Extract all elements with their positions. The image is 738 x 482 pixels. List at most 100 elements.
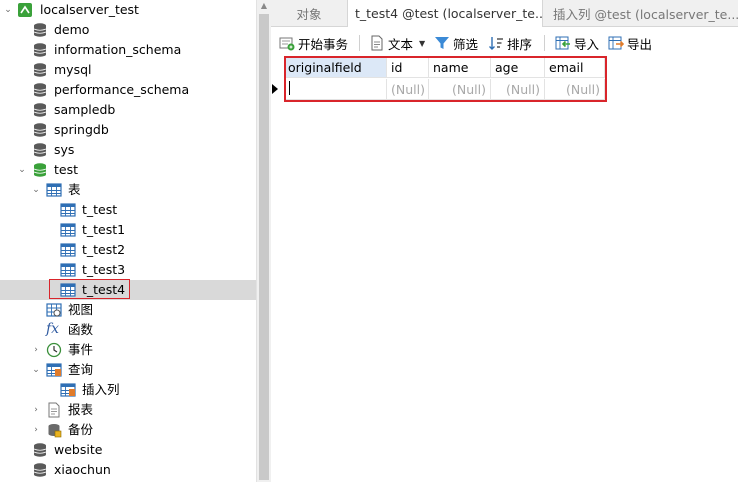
- function-icon: fx: [46, 321, 60, 337]
- tree-database[interactable]: sys: [0, 140, 256, 160]
- tree-group-events[interactable]: › 事件: [0, 340, 256, 360]
- database-icon: [33, 103, 47, 117]
- database-label: sys: [54, 142, 75, 157]
- database-icon: [33, 443, 47, 457]
- current-row-indicator-icon: [272, 84, 278, 94]
- button-label: 文本: [388, 36, 414, 52]
- toolbar: 开始事务 文本 ▼ 筛选 排序 导入 导出: [271, 27, 738, 59]
- database-icon: [33, 123, 47, 137]
- table-label: t_test: [82, 202, 118, 217]
- transaction-icon: [279, 37, 295, 51]
- import-icon: [555, 36, 570, 50]
- connection-icon: [18, 3, 32, 17]
- tree-group-reports[interactable]: › 报表: [0, 400, 256, 420]
- begin-transaction-button[interactable]: 开始事务: [279, 33, 348, 53]
- tree-database[interactable]: information_schema: [0, 40, 256, 60]
- database-icon: [33, 463, 47, 477]
- tree-database-test[interactable]: ⌄ test: [0, 160, 256, 180]
- database-icon: [33, 143, 47, 157]
- caret-down-icon: ▼: [419, 38, 426, 48]
- database-label: performance_schema: [54, 82, 190, 97]
- database-icon: [33, 63, 47, 77]
- group-label: 事件: [68, 342, 94, 357]
- tree-connection[interactable]: ⌄ localserver_test: [0, 0, 256, 20]
- tree-group-backup[interactable]: › 备份: [0, 420, 256, 440]
- tab-label: 对象: [296, 6, 322, 22]
- table-group-icon: [46, 183, 62, 197]
- scrollbar-thumb[interactable]: [259, 14, 269, 480]
- tree-table[interactable]: t_test: [0, 200, 256, 220]
- text-cursor: [289, 81, 290, 95]
- tree-group-functions[interactable]: fx 函数: [0, 320, 256, 340]
- highlight-box: [284, 56, 607, 102]
- tree-database[interactable]: sampledb: [0, 100, 256, 120]
- toolbar-divider: [544, 35, 545, 51]
- tab-table-t-test4[interactable]: t_test4 @test (localserver_te...: [347, 0, 543, 27]
- tree-database[interactable]: performance_schema: [0, 80, 256, 100]
- table-icon: [60, 203, 76, 217]
- export-button[interactable]: 导出: [608, 33, 652, 53]
- tree-group-queries[interactable]: ⌄ 查询: [0, 360, 256, 380]
- group-label: 表: [68, 182, 81, 197]
- import-button[interactable]: 导入: [555, 33, 599, 53]
- database-label: springdb: [54, 122, 109, 137]
- chevron-right-icon[interactable]: ›: [30, 340, 42, 360]
- query-icon: [46, 363, 62, 377]
- table-label: t_test1: [82, 222, 126, 237]
- tree-table[interactable]: t_test1: [0, 220, 256, 240]
- database-label: xiaochun: [54, 462, 111, 477]
- database-label: demo: [54, 22, 90, 37]
- connection-label: localserver_test: [40, 2, 139, 17]
- tree-table[interactable]: t_test3: [0, 260, 256, 280]
- navigation-sidebar: ⌄ localserver_test demo information_sche…: [0, 0, 256, 482]
- table-icon: [60, 223, 76, 237]
- tree-database[interactable]: springdb: [0, 120, 256, 140]
- sidebar-scrollbar[interactable]: ▲: [256, 0, 271, 482]
- tree-group-tables[interactable]: ⌄ 表: [0, 180, 256, 200]
- filter-icon: [435, 37, 449, 49]
- report-icon: [48, 402, 60, 418]
- tab-label: t_test4 @test (localserver_te...: [355, 6, 543, 21]
- export-icon: [608, 36, 624, 50]
- database-icon: [33, 43, 47, 57]
- database-icon: [33, 23, 47, 37]
- group-label: 函数: [68, 322, 94, 337]
- group-label: 报表: [68, 402, 94, 417]
- tree-database[interactable]: demo: [0, 20, 256, 40]
- group-label: 查询: [68, 362, 94, 377]
- group-label: 备份: [68, 422, 94, 437]
- highlight-box: [49, 279, 130, 299]
- backup-icon: [48, 424, 62, 438]
- tab-query-insert[interactable]: 插入列 @test (localserver_te...: [547, 0, 738, 26]
- chevron-down-icon[interactable]: ⌄: [16, 160, 28, 180]
- sort-button[interactable]: 排序: [488, 33, 532, 53]
- document-icon: [371, 35, 383, 51]
- table-icon: [60, 243, 76, 257]
- database-label: sampledb: [54, 102, 116, 117]
- table-label: t_test3: [82, 262, 126, 277]
- tree-group-views[interactable]: 视图: [0, 300, 256, 320]
- chevron-down-icon[interactable]: ⌄: [30, 180, 42, 200]
- database-open-icon: [33, 163, 47, 177]
- chevron-down-icon[interactable]: ⌄: [2, 0, 14, 20]
- tree-table[interactable]: t_test2: [0, 240, 256, 260]
- chevron-right-icon[interactable]: ›: [30, 420, 42, 440]
- query-label: 插入列: [82, 382, 120, 397]
- tree-database[interactable]: mysql: [0, 60, 256, 80]
- view-icon: [46, 303, 62, 317]
- chevron-down-icon[interactable]: ⌄: [30, 360, 42, 380]
- tree-query-item[interactable]: 插入列: [0, 380, 256, 400]
- toolbar-divider: [359, 35, 360, 51]
- button-label: 导出: [627, 36, 653, 52]
- tab-label: 插入列 @test (localserver_te...: [553, 6, 738, 22]
- tree-database[interactable]: website: [0, 440, 256, 460]
- chevron-right-icon[interactable]: ›: [30, 400, 42, 420]
- scroll-up-icon[interactable]: ▲: [259, 2, 269, 10]
- text-menu-button[interactable]: 文本 ▼: [369, 33, 425, 53]
- tree-database[interactable]: xiaochun: [0, 460, 256, 480]
- table-icon: [60, 263, 76, 277]
- database-label: information_schema: [54, 42, 182, 57]
- sort-icon: [489, 37, 503, 50]
- filter-button[interactable]: 筛选: [434, 33, 478, 53]
- tab-objects[interactable]: 对象: [271, 0, 347, 26]
